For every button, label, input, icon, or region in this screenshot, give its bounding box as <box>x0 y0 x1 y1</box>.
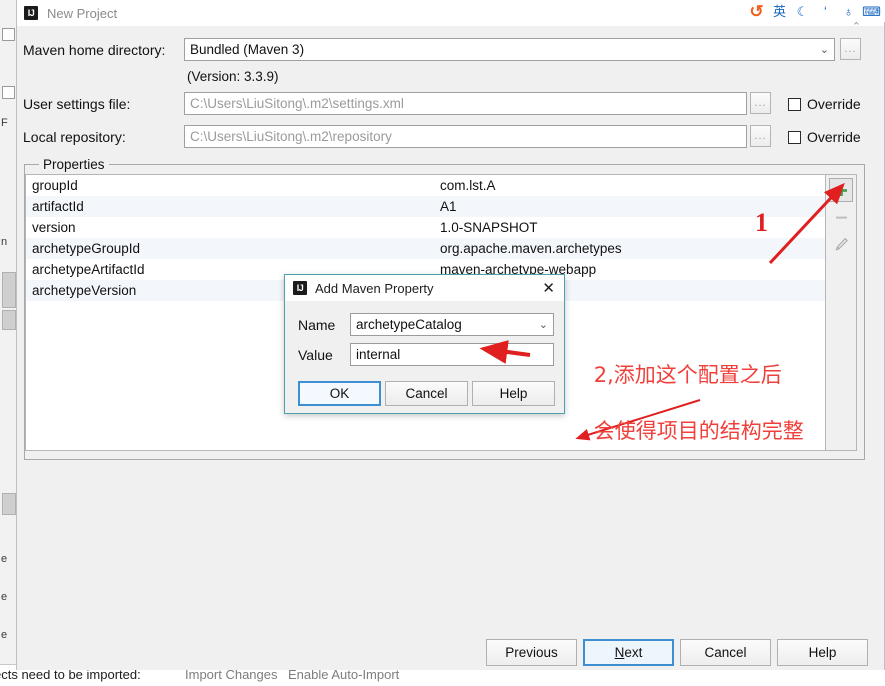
bg-text-fragment: F <box>1 117 8 129</box>
user-settings-browse-button[interactable]: ... <box>750 92 771 114</box>
next-button-label-suffix: ext <box>624 645 643 660</box>
property-name-value: archetypeCatalog <box>356 317 462 332</box>
property-value: com.lst.A <box>440 178 496 193</box>
next-button-accelerator: N <box>614 645 625 660</box>
local-repository-row: Local repository: <box>23 125 126 149</box>
local-repository-label: Local repository: <box>23 129 126 145</box>
intellij-logo-icon: IJ <box>293 281 307 295</box>
moon-icon[interactable]: ☾ <box>792 1 813 21</box>
property-value-label: Value <box>298 346 333 363</box>
bg-scrollbar-thumb[interactable] <box>2 493 16 515</box>
local-repository-override-checkbox[interactable] <box>788 130 801 144</box>
local-repository-browse-button[interactable]: ... <box>750 125 771 147</box>
maven-version-note: (Version: 3.3.9) <box>187 69 279 84</box>
comma-icon[interactable]: ʻ <box>815 1 836 21</box>
property-key: artifactId <box>32 199 84 214</box>
maven-home-label: Maven home directory: <box>23 42 166 58</box>
table-row[interactable]: groupId com.lst.A <box>26 175 825 196</box>
local-repository-override-label: Override <box>807 129 861 145</box>
bg-tool-box <box>2 28 15 41</box>
dialog-cancel-button[interactable]: Cancel <box>385 381 468 406</box>
maven-home-row: Maven home directory: <box>23 38 165 62</box>
property-key: groupId <box>32 178 78 193</box>
properties-group-legend: Properties <box>39 157 109 172</box>
user-settings-override-label: Override <box>807 96 861 112</box>
property-value: 1.0-SNAPSHOT <box>440 220 538 235</box>
previous-button[interactable]: Previous <box>486 639 577 666</box>
maven-home-value: Bundled (Maven 3) <box>190 42 305 57</box>
properties-toolbar <box>826 174 857 451</box>
chevron-up-icon[interactable]: ⌃ <box>852 20 861 33</box>
background-ide-left-strip: F n e e e <box>0 0 17 686</box>
dialog-title: Add Maven Property <box>315 280 434 296</box>
edit-property-button[interactable] <box>829 232 853 256</box>
property-value-row: Value internal <box>298 343 554 366</box>
add-property-button[interactable] <box>829 178 853 202</box>
local-repository-input[interactable]: C:\Users\LiuSitong\.m2\repository <box>184 125 747 148</box>
bg-text-fragment: e <box>1 629 8 641</box>
maven-home-combo[interactable]: Bundled (Maven 3) ⌄ <box>184 38 835 61</box>
cancel-button[interactable]: Cancel <box>680 639 771 666</box>
user-settings-label: User settings file: <box>23 96 131 112</box>
chevron-down-icon[interactable]: ⌄ <box>814 43 829 56</box>
intellij-logo-icon: IJ <box>24 6 38 20</box>
page-title: New Project <box>47 5 118 21</box>
help-button[interactable]: Help <box>777 639 868 666</box>
minus-icon <box>835 216 847 219</box>
plus-icon <box>835 184 847 196</box>
table-row[interactable]: version 1.0-SNAPSHOT <box>26 217 825 238</box>
property-name-row: Name archetypeCatalog ⌄ <box>298 313 554 336</box>
property-value: org.apache.maven.archetypes <box>440 241 622 256</box>
bg-scrollbar-thumb[interactable] <box>2 310 16 330</box>
user-settings-override-checkbox[interactable] <box>788 97 801 111</box>
local-repository-override[interactable]: Override <box>788 129 861 145</box>
property-key: version <box>32 220 76 235</box>
english-mode-icon[interactable]: 英 <box>769 1 790 21</box>
bg-text-fragment: e <box>1 553 8 565</box>
dialog-help-button[interactable]: Help <box>472 381 555 406</box>
bg-tool-box <box>2 86 15 99</box>
bg-scrollbar-thumb[interactable] <box>2 272 16 308</box>
user-settings-override[interactable]: Override <box>788 96 861 112</box>
user-settings-row: User settings file: <box>23 92 130 116</box>
table-row[interactable]: artifactId A1 <box>26 196 825 217</box>
sogou-logo-icon[interactable]: ↺ <box>746 1 767 21</box>
dialog-titlebar: IJ Add Maven Property ✕ <box>285 275 564 301</box>
property-key: archetypeGroupId <box>32 241 141 256</box>
pencil-icon <box>835 237 848 251</box>
sogou-ime-toolbar[interactable]: ↺ 英 ☾ ʻ ♁ ⌨ <box>743 0 885 22</box>
maven-home-browse-button[interactable]: ... <box>840 38 861 60</box>
property-value: A1 <box>440 199 457 214</box>
table-row[interactable]: archetypeGroupId org.apache.maven.archet… <box>26 238 825 259</box>
user-settings-input[interactable]: C:\Users\LiuSitong\.m2\settings.xml <box>184 92 747 115</box>
next-button[interactable]: Next <box>583 639 674 666</box>
property-name-label: Name <box>298 316 336 333</box>
add-maven-property-dialog: IJ Add Maven Property ✕ Name archetypeCa… <box>284 274 565 414</box>
bg-text-fragment: n <box>1 236 8 248</box>
keyboard-icon[interactable]: ⌨ <box>861 1 882 21</box>
bg-text-fragment: e <box>1 591 8 603</box>
dialog-ok-button[interactable]: OK <box>298 381 381 406</box>
close-icon[interactable]: ✕ <box>542 281 555 296</box>
remove-property-button[interactable] <box>829 205 853 229</box>
microphone-icon[interactable]: ♁ <box>838 1 859 21</box>
property-value-input[interactable]: internal <box>350 343 554 366</box>
property-name-combo[interactable]: archetypeCatalog ⌄ <box>350 313 554 336</box>
chevron-down-icon[interactable]: ⌄ <box>533 318 548 331</box>
